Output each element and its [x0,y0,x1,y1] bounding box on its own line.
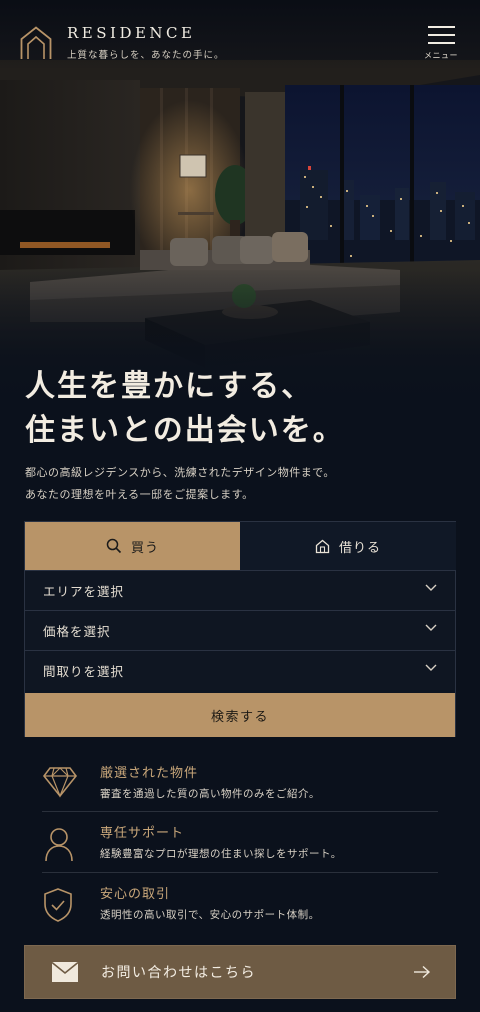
chevron-down-icon [425,664,437,671]
brand-tagline: 上質な暮らしを、あなたの手に。 [67,50,225,61]
hero-subtext: 都心の高級レジデンスから、洗練されたデザイン物件まで。 あなたの理想を叶える一邸… [25,466,335,501]
site-header: RESIDENCE 上質な暮らしを、あなたの手に。 メニュー [0,0,480,70]
feature-item: 安心の取引 透明性の高い取引で、安心のサポート体制。 [42,883,438,943]
hero-headline: 人生を豊かにする、 住まいとの出会いを。 [25,369,345,448]
property-search-card: 買う 借りる エリアを選択 価格を選択 間取りを選択 検索する [24,521,456,737]
search-tabs: 買う 借りる [25,522,456,570]
shield-check-icon [44,888,72,922]
house-logo-icon[interactable] [20,26,52,60]
tab-rent-label: 借りる [338,540,381,556]
tab-buy-label: 買う [130,540,159,556]
brand-name[interactable]: RESIDENCE [67,24,195,42]
feature-description: 透明性の高い取引で、安心のサポート体制。 [100,909,320,921]
diamond-icon [42,767,78,798]
divider [42,811,438,812]
menu-button[interactable]: メニュー [420,24,462,62]
contact-label: お問い合わせはこちら [101,965,256,981]
tab-buy[interactable]: 買う [25,522,240,570]
contact-button[interactable]: お問い合わせはこちら [24,945,456,999]
search-icon [106,538,122,554]
hamburger-icon [428,26,455,28]
feature-item: 厳選された物件 審査を通過した質の高い物件のみをご紹介。 [42,762,438,822]
person-icon [45,828,73,862]
layout-select-label: 間取りを選択 [43,664,125,679]
divider [42,872,438,873]
feature-description: 審査を通過した質の高い物件のみをご紹介。 [100,788,320,800]
chevron-down-icon [425,624,437,631]
house-icon [315,539,330,553]
price-select-label: 価格を選択 [43,624,111,639]
layout-select[interactable]: 間取りを選択 [25,650,455,690]
feature-item: 専任サポート 経験豊富なプロが理想の住まい探しをサポート。 [42,822,438,882]
search-button[interactable]: 検索する [25,693,455,737]
hamburger-icon-line [428,34,455,36]
feature-description: 経験豊富なプロが理想の住まい探しをサポート。 [100,848,342,860]
price-select[interactable]: 価格を選択 [25,610,455,650]
tab-rent[interactable]: 借りる [240,522,456,570]
feature-title: 専任サポート [100,826,185,841]
area-select[interactable]: エリアを選択 [25,570,455,610]
mail-icon [51,961,79,982]
feature-title: 安心の取引 [100,887,171,902]
chevron-down-icon [425,584,437,591]
area-select-label: エリアを選択 [43,584,125,599]
feature-title: 厳選された物件 [100,766,199,781]
arrow-right-icon [414,965,431,979]
menu-label: メニュー [424,51,458,60]
hamburger-icon-line [428,42,455,44]
